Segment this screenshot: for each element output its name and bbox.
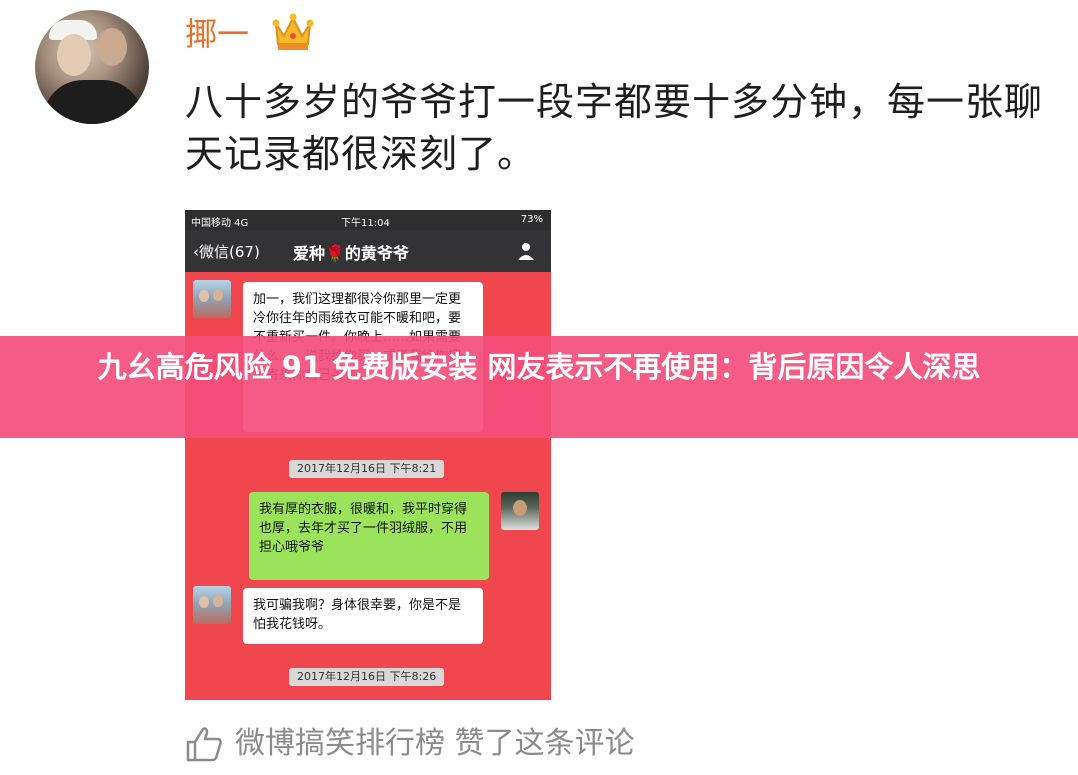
avatar-face <box>97 28 127 66</box>
timestamp: 2017年12月16日 下午8:26 <box>289 668 445 686</box>
chat-title: 爱种🌹的黄爷爷 <box>293 244 409 263</box>
username[interactable]: 揶一 <box>185 12 249 56</box>
self-avatar[interactable] <box>501 492 539 530</box>
chat-screenshot[interactable]: 中国移动 4G 下午11:04 73% ‹微信(67) 爱种🌹的黄爷爷 加一，我… <box>185 210 551 700</box>
footer-text: 微博搞笑排行榜 赞了这条评论 <box>235 726 635 761</box>
avatar-face <box>57 34 91 76</box>
avatar-face <box>199 290 209 302</box>
avatar-face <box>199 596 209 608</box>
headline-banner: 九幺高危风险 91 免费版安装 网友表示不再使用：背后原因令人深思 <box>0 336 1078 438</box>
avatar-face <box>213 289 223 301</box>
crown-icon <box>272 13 314 50</box>
avatar-face <box>513 500 527 516</box>
message-bubble: 我可骗我啊？身体很幸要，你是不是怕我花钱呀。 <box>243 588 483 644</box>
avatar-body <box>43 80 143 124</box>
carrier-label: 中国移动 4G <box>191 218 249 229</box>
grandpa-avatar[interactable] <box>193 280 231 318</box>
clock-label: 下午11:04 <box>341 218 390 229</box>
battery-label: 73% <box>520 214 543 225</box>
grandpa-avatar[interactable] <box>193 586 231 624</box>
user-avatar[interactable] <box>35 10 149 124</box>
post-text: 八十多岁的爷爷打一段字都要十多分钟，每一张聊天记录都很深刻了。 <box>185 80 1044 176</box>
person-icon[interactable] <box>517 242 535 260</box>
headline-text: 九幺高危风险 91 免费版安装 网友表示不再使用：背后原因令人深思 <box>97 350 981 384</box>
message-bubble: 我有厚的衣服，很暖和，我平时穿得也厚，去年才买了一件羽绒服，不用担心哦爷爷 <box>249 492 489 580</box>
timestamp: 2017年12月16日 下午8:21 <box>289 460 445 478</box>
avatar-face <box>213 595 223 607</box>
thumbs-up-icon[interactable] <box>185 726 223 762</box>
status-bar: 中国移动 4G 下午11:04 73% <box>185 210 551 230</box>
chat-navbar: ‹微信(67) 爱种🌹的黄爷爷 <box>185 230 551 272</box>
back-button[interactable]: ‹微信(67) <box>193 241 260 262</box>
